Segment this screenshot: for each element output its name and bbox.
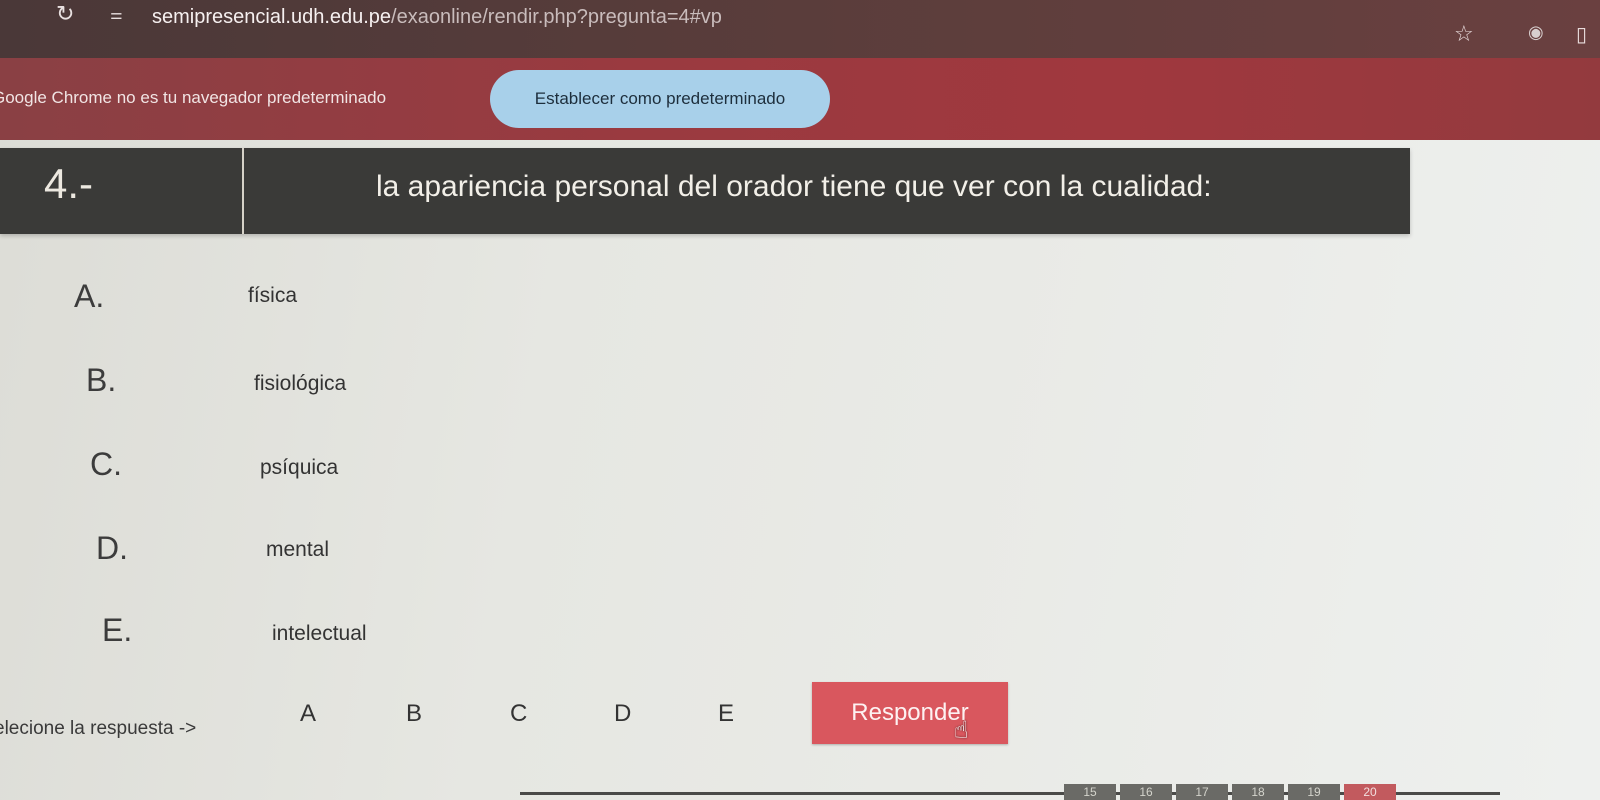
site-info-icon[interactable]: ⚌ <box>110 4 132 26</box>
answer-choice-b[interactable]: B <box>406 700 422 728</box>
page-link-19[interactable]: 19 <box>1288 784 1340 800</box>
question-number: 4.- <box>44 160 94 207</box>
answer-choice-e[interactable]: E <box>718 700 734 728</box>
option-text: psíquica <box>260 456 339 479</box>
option-letter: B. <box>86 362 117 398</box>
url-path: /exaonline/rendir.php?pregunta=4#vp <box>391 6 722 28</box>
page-link-17[interactable]: 17 <box>1176 784 1228 800</box>
page-link-15[interactable]: 15 <box>1064 784 1116 800</box>
option-letter: A. <box>74 278 105 314</box>
address-bar[interactable]: semipresencial.udh.edu.pe/exaonline/rend… <box>152 6 722 29</box>
option-letter: D. <box>96 530 128 566</box>
question-text: la apariencia personal del orador tiene … <box>376 170 1212 203</box>
url-domain: semipresencial.udh.edu.pe <box>152 6 392 28</box>
answer-choice-c[interactable]: C <box>510 700 527 728</box>
browser-toolbar: ↻ ⚌ semipresencial.udh.edu.pe/exaonline/… <box>0 0 1600 58</box>
page-link-20[interactable]: 20 <box>1344 784 1396 800</box>
side-panel-icon[interactable]: ▯ <box>1576 22 1587 46</box>
option-text: fisiológica <box>254 372 347 395</box>
set-default-button[interactable]: Establecer como predeterminado <box>490 70 830 128</box>
option-text: intelectual <box>272 622 367 645</box>
option-text: física <box>248 284 298 307</box>
question-divider <box>242 148 244 234</box>
option-letter: C. <box>90 446 122 482</box>
page-link-16[interactable]: 16 <box>1120 784 1172 800</box>
question-header: 4.- la apariencia personal del orador ti… <box>0 148 1410 234</box>
default-browser-infobar: Google Chrome no es tu navegador predete… <box>0 58 1600 140</box>
bookmark-star-icon[interactable]: ☆ <box>1454 22 1474 47</box>
reload-icon[interactable]: ↻ <box>56 4 78 26</box>
answer-prompt: elecione la respuesta -> <box>0 718 197 739</box>
question-page-nav: 15 16 17 18 19 20 <box>0 784 1600 800</box>
extension-icon[interactable]: ◉ <box>1528 22 1550 44</box>
option-text: mental <box>266 538 330 561</box>
page-link-18[interactable]: 18 <box>1232 784 1284 800</box>
infobar-message: Google Chrome no es tu navegador predete… <box>0 88 387 107</box>
answer-choice-a[interactable]: A <box>300 700 316 728</box>
hand-cursor-icon: ☝ <box>954 716 969 744</box>
answer-choice-d[interactable]: D <box>614 700 631 728</box>
option-letter: E. <box>102 612 133 648</box>
respond-button[interactable]: Responder <box>812 682 1008 744</box>
